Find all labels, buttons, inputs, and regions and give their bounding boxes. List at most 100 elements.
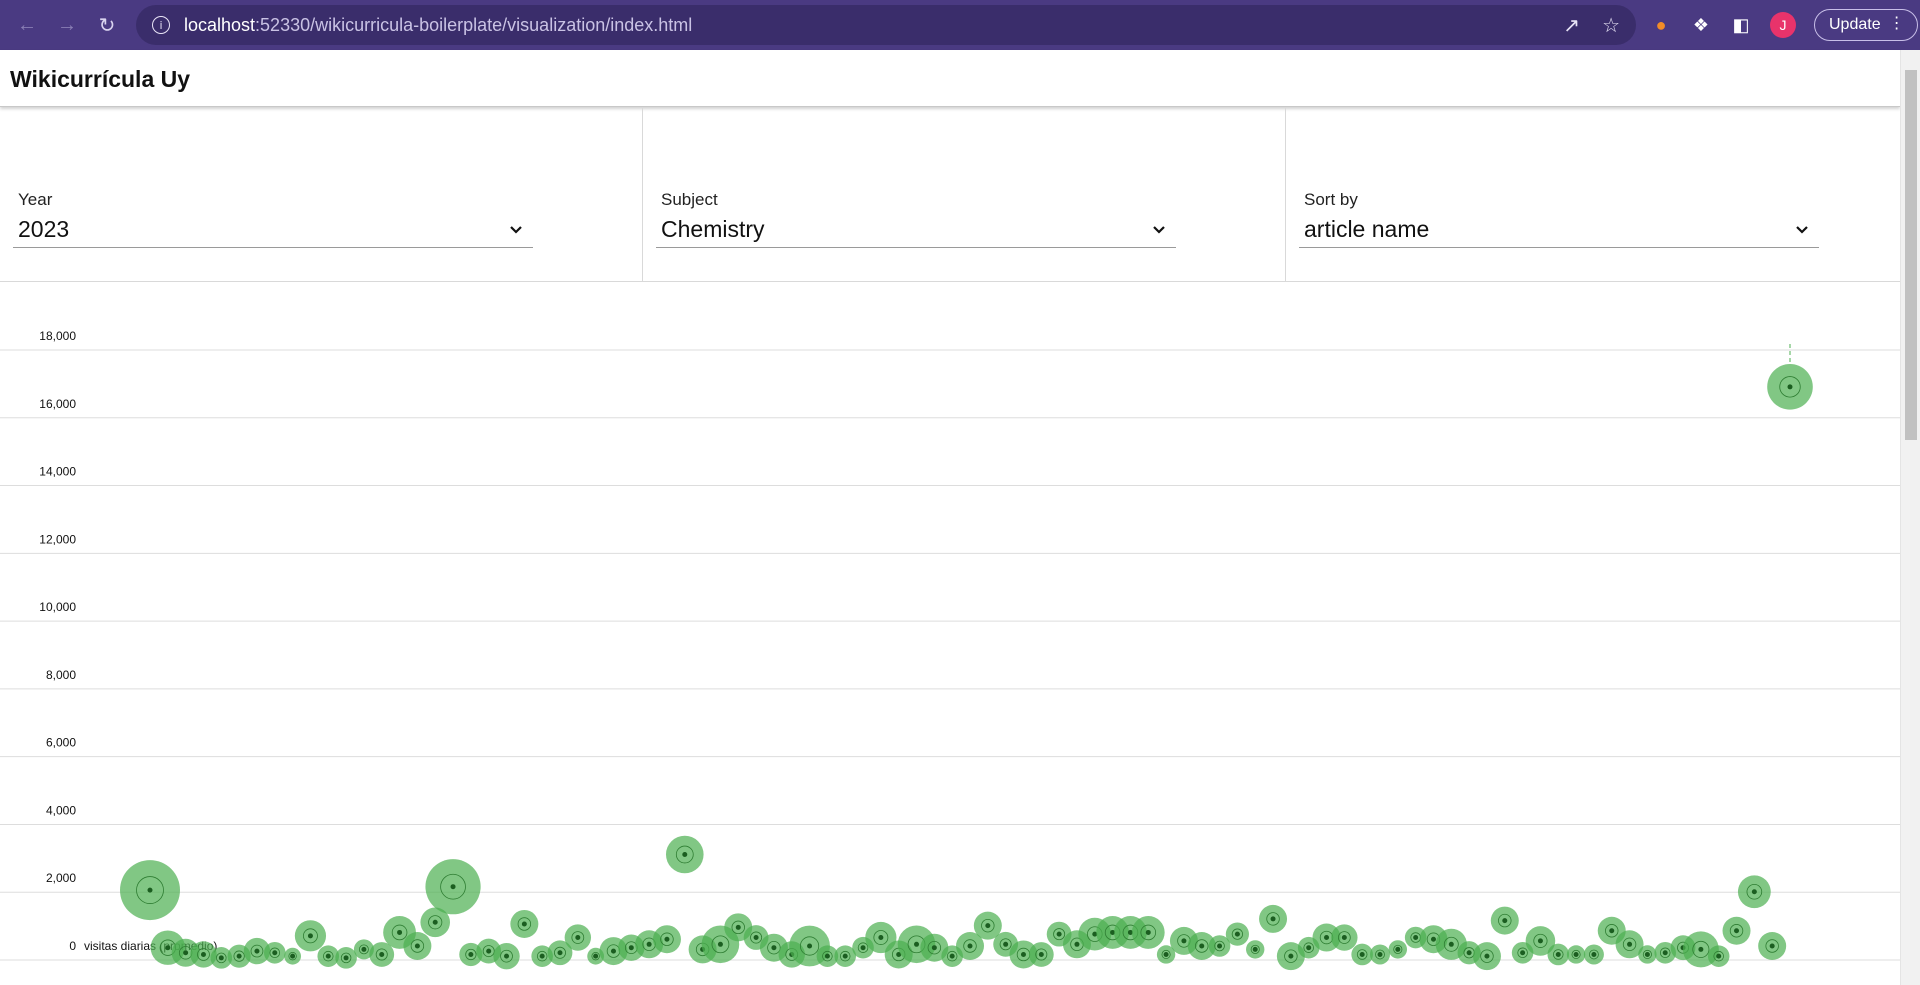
bookmark-star-icon[interactable]: ☆ — [1602, 13, 1620, 38]
address-bar[interactable]: i localhost:52330/wikicurricula-boilerpl… — [136, 5, 1636, 45]
bubble-center — [1466, 950, 1472, 956]
bubble-center — [1252, 946, 1258, 952]
update-button[interactable]: Update ⋮ — [1814, 9, 1918, 41]
article-bubble[interactable] — [1767, 344, 1813, 410]
bubble-center — [557, 950, 563, 956]
bubble-center — [325, 953, 331, 959]
article-bubble[interactable] — [652, 925, 681, 954]
bubble-center — [628, 945, 634, 951]
article-bubble[interactable] — [564, 924, 592, 951]
bubble-center — [593, 953, 599, 959]
article-bubble[interactable] — [1331, 924, 1358, 951]
article-bubble[interactable] — [120, 860, 180, 921]
y-tick-label: 12,000 — [39, 532, 76, 546]
bubble-center — [165, 945, 171, 951]
article-bubble[interactable] — [1566, 945, 1586, 964]
bubble-center — [1698, 946, 1704, 952]
article-bubble[interactable] — [1388, 940, 1408, 959]
bubble-center — [1163, 951, 1169, 957]
bubble-center — [1181, 938, 1187, 944]
back-arrow-icon[interactable]: ← — [8, 6, 46, 44]
bubble-center — [646, 941, 652, 947]
article-bubble[interactable] — [1351, 943, 1373, 966]
scrollbar-thumb[interactable] — [1905, 70, 1917, 440]
subject-filter: Subject Chemistry — [643, 108, 1286, 282]
bubble-center — [539, 953, 545, 959]
bubble-center — [1662, 950, 1668, 956]
reload-icon[interactable]: ↻ — [88, 6, 126, 44]
article-bubble[interactable] — [1490, 906, 1519, 935]
article-bubble[interactable] — [1722, 916, 1751, 945]
fox-extension-icon[interactable]: ● — [1650, 14, 1672, 36]
article-bubble[interactable] — [510, 909, 539, 938]
bubble-center — [1359, 951, 1365, 957]
bubble-center — [343, 955, 349, 961]
bubble-center — [397, 929, 403, 935]
article-bubble[interactable] — [665, 835, 704, 874]
bubble-center — [361, 946, 367, 952]
filter-bar: Year 2023 Subject Chemistry Sort by arti… — [0, 108, 1900, 282]
app-header: Wikicurrícula Uy — [0, 50, 1900, 107]
article-bubble[interactable] — [335, 947, 357, 969]
page-scrollbar[interactable] — [1900, 50, 1920, 985]
article-bubble[interactable] — [1370, 944, 1390, 965]
bubble-center — [307, 933, 313, 939]
bubble-center — [1217, 943, 1223, 949]
profile-avatar[interactable]: J — [1770, 12, 1796, 38]
article-bubble[interactable] — [1707, 945, 1730, 967]
article-bubble[interactable] — [1638, 945, 1657, 964]
subject-select[interactable]: Chemistry — [656, 212, 1176, 248]
bubble-center — [147, 887, 153, 893]
visits-chart: 0 2,000 4,000 6,000 8,000 10,000 12,000 14,000 1… — [0, 283, 1900, 985]
bubble-center — [254, 948, 260, 954]
year-select[interactable]: 2023 — [13, 212, 533, 248]
bubble-center — [468, 951, 474, 957]
article-bubble[interactable] — [1472, 942, 1501, 971]
bubble-center — [931, 945, 937, 951]
sort-filter-label: Sort by — [1304, 190, 1358, 209]
article-bubble[interactable] — [403, 932, 432, 960]
article-bubble[interactable] — [1028, 942, 1054, 967]
bubble-center — [521, 921, 527, 927]
y-tick-label: 4,000 — [46, 803, 76, 817]
article-bubble[interactable] — [1225, 922, 1249, 946]
article-bubble[interactable] — [1547, 943, 1570, 966]
url-text[interactable]: localhost:52330/wikicurricula-boilerplat… — [184, 15, 692, 36]
update-button-label: Update — [1829, 16, 1881, 33]
extensions-puzzle-icon[interactable]: ❖ — [1690, 14, 1712, 36]
article-bubble[interactable] — [493, 942, 520, 970]
forward-arrow-icon[interactable]: → — [48, 6, 86, 44]
article-bubble[interactable] — [294, 920, 327, 952]
share-icon[interactable]: ↗ — [1563, 13, 1580, 38]
bubble-center — [1627, 941, 1633, 947]
article-bubble[interactable] — [263, 941, 286, 964]
bubble-center — [575, 935, 581, 941]
article-bubble[interactable] — [1737, 875, 1771, 909]
bubble-center — [771, 945, 777, 951]
bubble-center — [183, 950, 189, 956]
bubble-center — [967, 943, 973, 949]
sort-select[interactable]: article name — [1299, 212, 1819, 248]
article-bubble[interactable] — [1246, 940, 1265, 959]
article-bubble[interactable] — [1758, 932, 1787, 960]
article-bubble[interactable] — [284, 947, 302, 965]
bubble-center — [807, 943, 813, 949]
bubble-center — [860, 945, 866, 951]
bubble-center — [1644, 951, 1650, 957]
kebab-menu-icon[interactable]: ⋮ — [1889, 16, 1905, 32]
bubble-center — [842, 953, 848, 959]
y-tick-label: 16,000 — [39, 397, 76, 411]
bubble-center — [218, 955, 224, 961]
year-filter-label: Year — [18, 190, 53, 209]
bubble-center — [1751, 889, 1757, 895]
bubble-center — [450, 884, 456, 890]
site-info-icon[interactable]: i — [152, 16, 170, 34]
article-bubble[interactable] — [1583, 944, 1604, 965]
bubble-center — [414, 943, 420, 949]
article-bubble[interactable] — [1259, 904, 1288, 933]
article-bubble[interactable] — [1131, 916, 1165, 949]
y-tick-label: 6,000 — [46, 736, 76, 750]
article-bubble[interactable] — [425, 859, 481, 915]
bubble-center — [1306, 945, 1312, 951]
side-panel-icon[interactable]: ◧ — [1730, 14, 1752, 36]
